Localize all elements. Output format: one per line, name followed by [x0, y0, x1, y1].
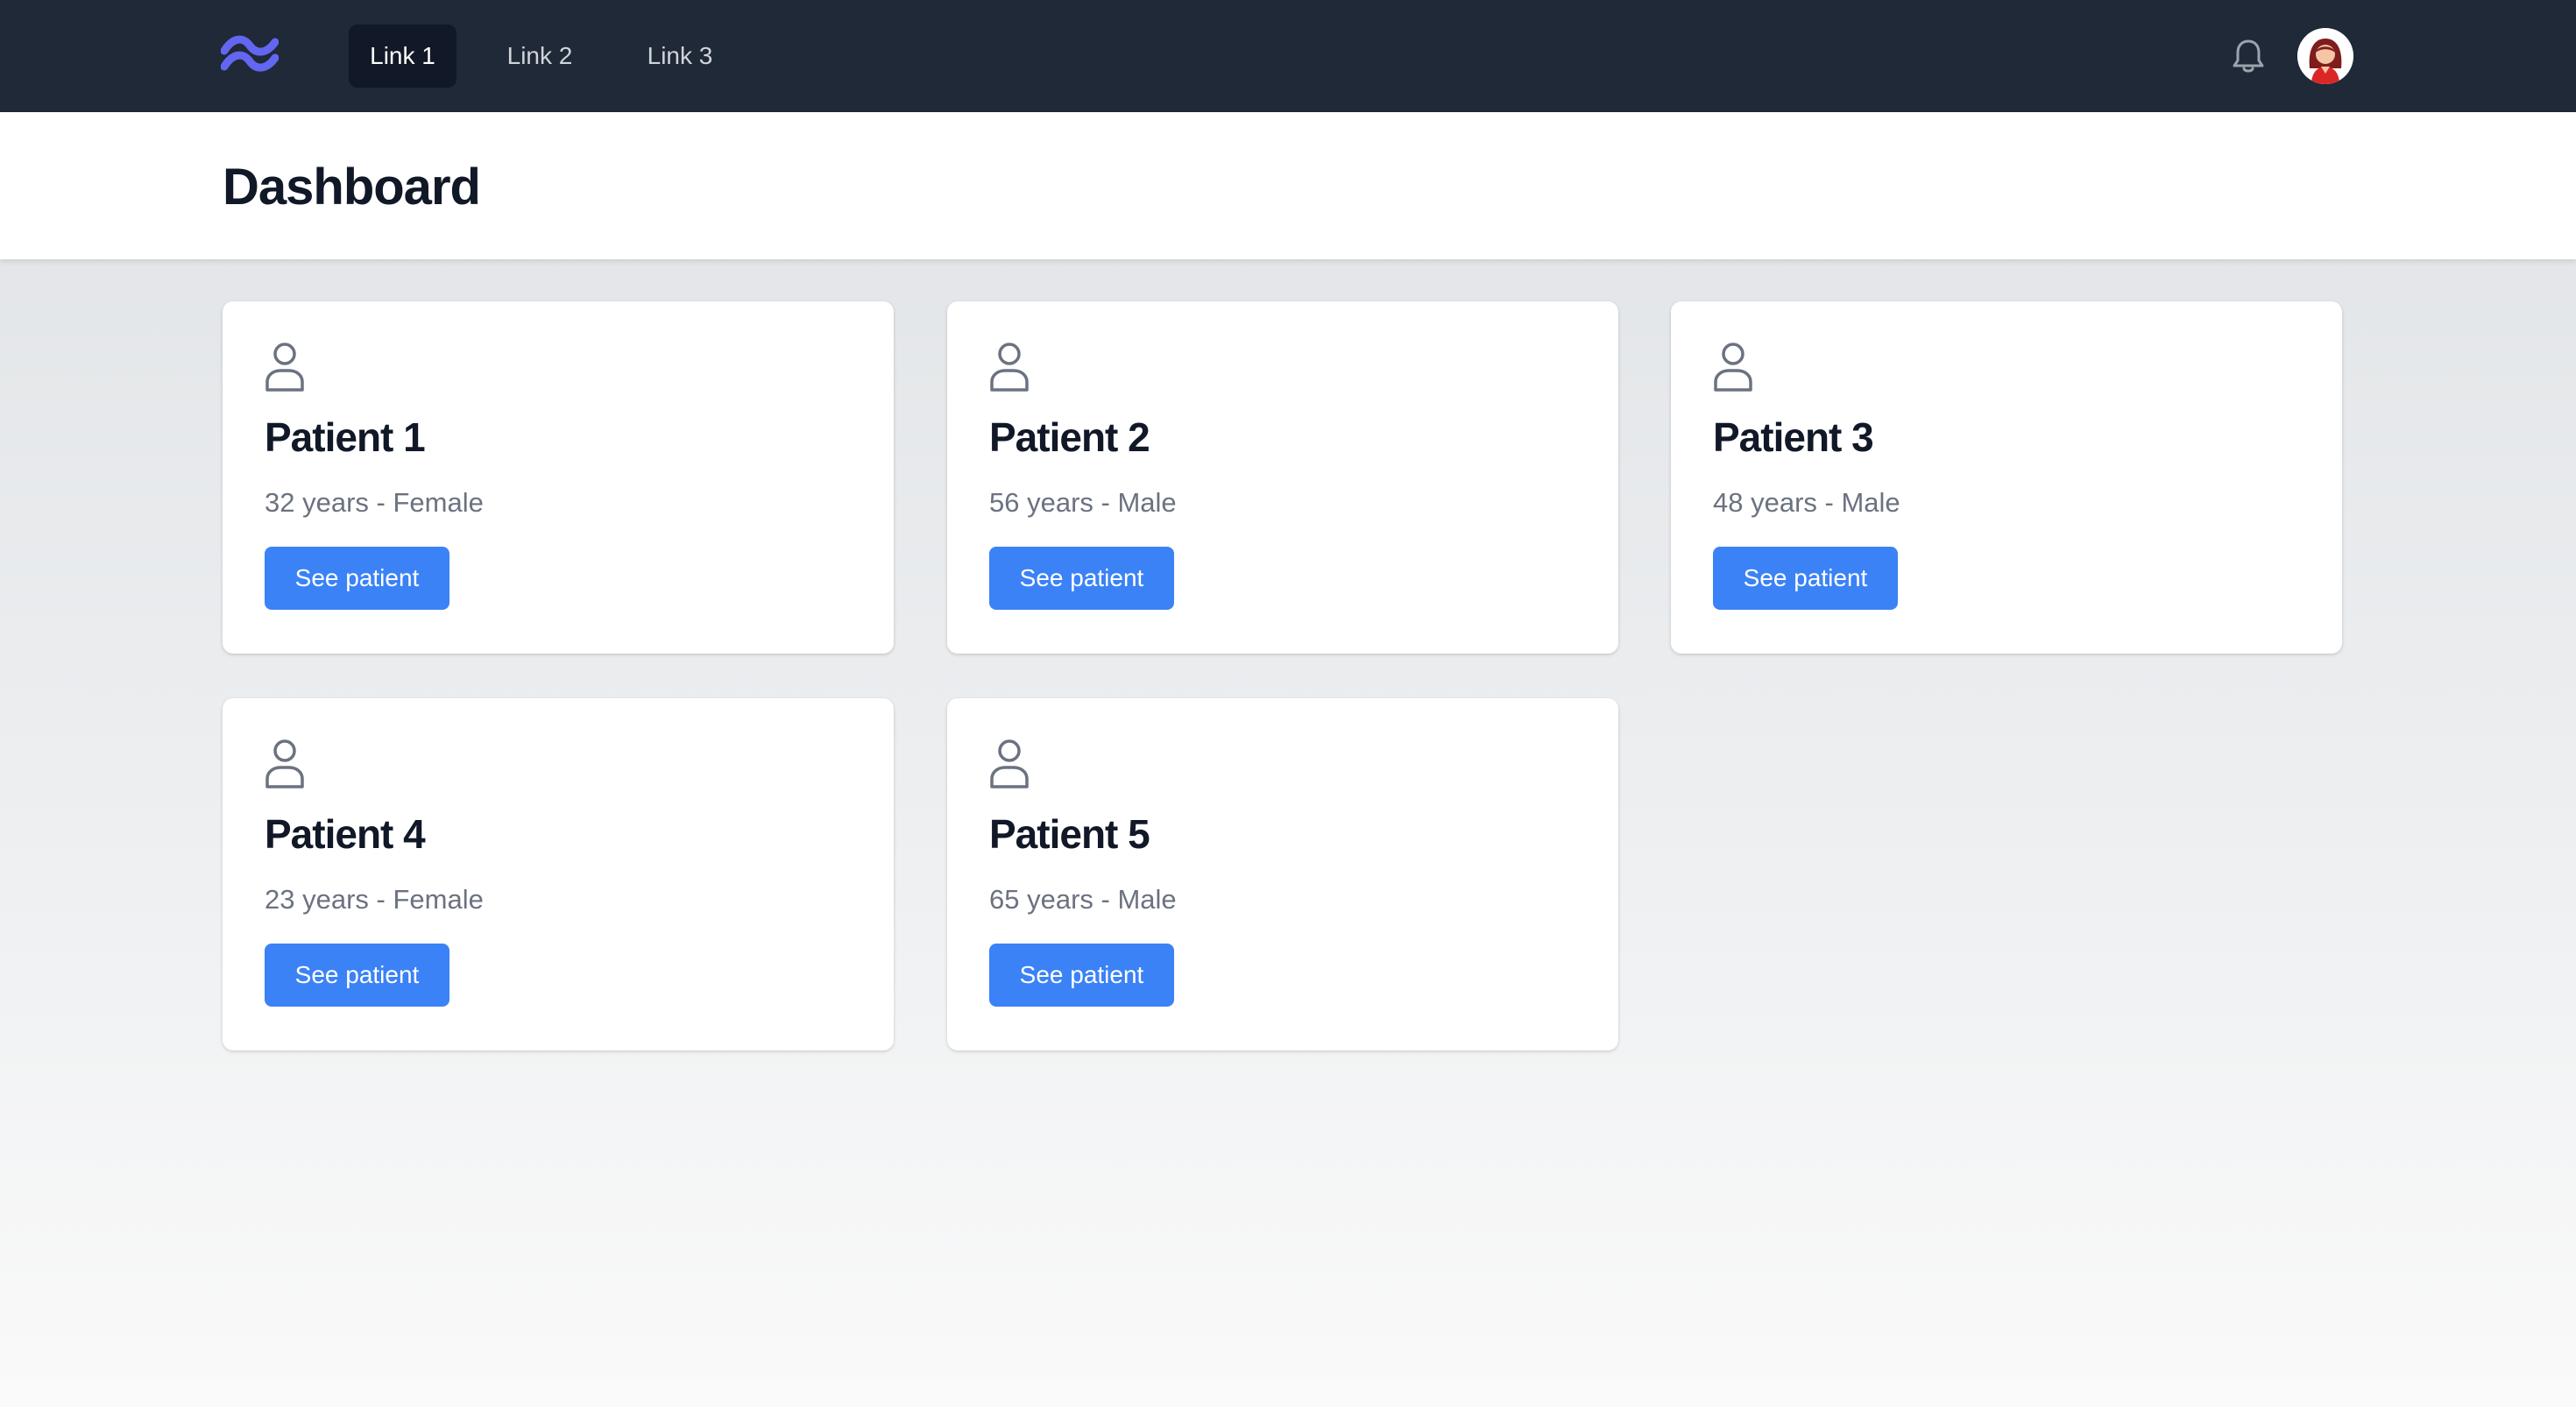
user-icon [263, 739, 307, 789]
patient-meta: 48 years - Male [1713, 487, 1900, 518]
user-icon [987, 739, 1031, 789]
patient-meta: 32 years - Female [265, 487, 484, 518]
nav-link-2[interactable]: Link 2 [487, 25, 592, 88]
bell-icon[interactable] [2227, 35, 2269, 77]
nav-link-3[interactable]: Link 3 [626, 25, 734, 88]
see-patient-button[interactable]: See patient [1713, 547, 1898, 610]
patient-card: Patient 4 23 years - Female See patient [223, 698, 894, 1050]
page-title: Dashboard [223, 159, 481, 216]
patient-name: Patient 4 [265, 811, 426, 857]
patient-meta: 23 years - Female [265, 884, 484, 915]
top-navbar: Link 1 Link 2 Link 3 [0, 0, 2576, 112]
patient-card: Patient 5 65 years - Male See patient [947, 698, 1618, 1050]
patient-name: Patient 2 [989, 414, 1150, 460]
patient-name: Patient 5 [989, 811, 1150, 857]
user-icon [263, 342, 307, 392]
page-header: Dashboard [0, 112, 2576, 259]
nav-link-1[interactable]: Link 1 [349, 25, 456, 88]
see-patient-button[interactable]: See patient [265, 547, 449, 610]
patient-meta: 65 years - Male [989, 884, 1177, 915]
patient-name: Patient 3 [1713, 414, 1874, 460]
tailwind-logo-icon[interactable] [220, 35, 280, 74]
patient-name: Patient 1 [265, 414, 426, 460]
see-patient-button[interactable]: See patient [265, 944, 449, 1007]
patient-card: Patient 3 48 years - Male See patient [1671, 301, 2342, 654]
see-patient-button[interactable]: See patient [989, 547, 1174, 610]
user-avatar[interactable] [2297, 28, 2353, 84]
user-icon [987, 342, 1031, 392]
patient-card: Patient 1 32 years - Female See patient [223, 301, 894, 654]
see-patient-button[interactable]: See patient [989, 944, 1174, 1007]
user-icon [1711, 342, 1755, 392]
patient-meta: 56 years - Male [989, 487, 1177, 518]
patient-card: Patient 2 56 years - Male See patient [947, 301, 1618, 654]
